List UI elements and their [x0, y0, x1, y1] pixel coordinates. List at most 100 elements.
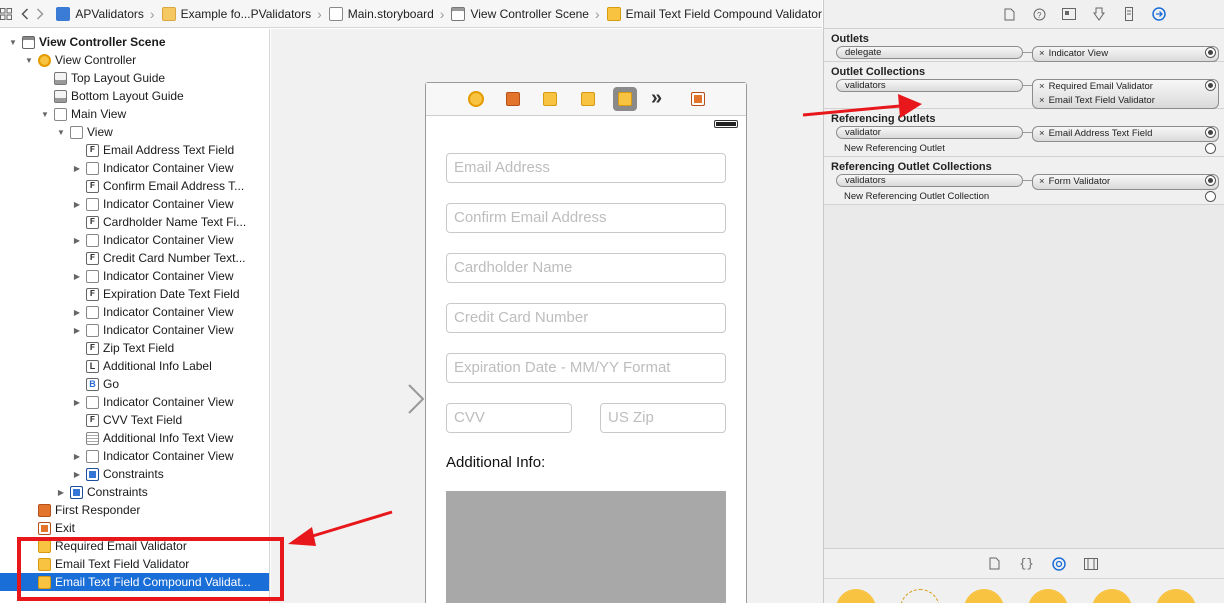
form-text-field[interactable]: Credit Card Number — [446, 303, 726, 333]
exit-icon[interactable] — [691, 92, 705, 106]
breadcrumb-object[interactable]: Email Text Field Compound Validator — [603, 6, 822, 21]
library-object-icon[interactable] — [964, 589, 1004, 603]
disclosure-closed-icon[interactable]: ▶ — [72, 235, 82, 245]
code-snippet-library-icon[interactable]: {} — [1017, 554, 1037, 574]
remove-connection-icon[interactable]: × — [1039, 176, 1045, 187]
view-controller-icon[interactable] — [468, 91, 484, 107]
outline-item[interactable]: Top Layout Guide — [0, 69, 269, 87]
outline-item[interactable]: B Go — [0, 375, 269, 393]
disclosure-open-icon[interactable]: ▼ — [56, 127, 66, 137]
outline-item[interactable]: ▼ View — [0, 123, 269, 141]
outline-item[interactable]: ▶ Indicator Container View — [0, 447, 269, 465]
outline-item[interactable]: F Cardholder Name Text Fi... — [0, 213, 269, 231]
remove-connection-icon[interactable]: × — [1039, 48, 1045, 59]
empty-connection-circle-icon[interactable] — [1205, 191, 1216, 202]
disclosure-closed-icon[interactable]: ▶ — [72, 469, 82, 479]
outline-item[interactable]: ▶ Indicator Container View — [0, 159, 269, 177]
new-referencing-outlet-collection[interactable]: New Referencing Outlet Collection — [824, 189, 1224, 204]
object-cube-icon[interactable] — [581, 92, 595, 106]
outline-item[interactable]: F Credit Card Number Text... — [0, 249, 269, 267]
outline-item[interactable]: ▼ Main View — [0, 105, 269, 123]
disclosure-open-icon[interactable]: ▼ — [8, 37, 18, 47]
quick-help-icon[interactable]: ? — [1029, 4, 1049, 24]
back-icon[interactable] — [20, 4, 29, 24]
outline-item[interactable]: ▶ Indicator Container View — [0, 231, 269, 249]
disclosure-open-icon[interactable]: ▼ — [40, 109, 50, 119]
zip-field[interactable]: US Zip — [600, 403, 726, 433]
forward-icon[interactable] — [35, 4, 44, 24]
library-object-icon[interactable] — [836, 589, 876, 603]
outline-item[interactable]: Required Email Validator — [0, 537, 269, 555]
disclosure-open-icon[interactable]: ▼ — [24, 55, 34, 65]
connection-source-pill[interactable]: delegate — [836, 46, 1023, 59]
breadcrumb-project[interactable]: APValidators — [52, 6, 144, 21]
file-inspector-icon[interactable] — [999, 4, 1019, 24]
connections-inspector-icon[interactable] — [1149, 4, 1169, 24]
outline-item[interactable]: ▶ Indicator Container View — [0, 303, 269, 321]
outline-item[interactable]: ▼ View Controller — [0, 51, 269, 69]
storyboard-canvas[interactable]: » Email Address Confirm Email Address Card… — [271, 29, 823, 603]
outline-item[interactable]: ▶ Constraints — [0, 483, 269, 501]
disclosure-closed-icon[interactable]: ▶ — [72, 325, 82, 335]
disclosure-closed-icon[interactable]: ▶ — [72, 199, 82, 209]
outline-item[interactable]: Email Text Field Compound Validat... — [0, 573, 269, 591]
connection-source-pill[interactable]: validator — [836, 126, 1023, 139]
outline-item[interactable]: F Zip Text Field — [0, 339, 269, 357]
library-object-icon[interactable] — [900, 589, 940, 603]
connected-circle-icon[interactable] — [1205, 80, 1216, 91]
breadcrumb-scene[interactable]: View Controller Scene — [447, 6, 589, 21]
outline-item[interactable]: F Expiration Date Text Field — [0, 285, 269, 303]
connected-circle-icon[interactable] — [1205, 127, 1216, 138]
connection-target[interactable]: × Form Validator — [1032, 174, 1219, 190]
scene-frame[interactable]: » Email Address Confirm Email Address Card… — [425, 82, 747, 603]
form-text-field[interactable]: Email Address — [446, 153, 726, 183]
outline-item[interactable]: L Additional Info Label — [0, 357, 269, 375]
file-template-library-icon[interactable] — [985, 554, 1005, 574]
library-object-icon[interactable] — [1156, 589, 1196, 603]
breadcrumb-file[interactable]: Main.storyboard — [325, 6, 434, 21]
remove-connection-icon[interactable]: × — [1039, 81, 1045, 92]
library-object-icon[interactable] — [1092, 589, 1132, 603]
outline-item[interactable]: F Confirm Email Address T... — [0, 177, 269, 195]
disclosure-closed-icon[interactable]: ▶ — [72, 397, 82, 407]
disclosure-closed-icon[interactable]: ▶ — [72, 451, 82, 461]
outline-item[interactable]: ▶ Indicator Container View — [0, 393, 269, 411]
outline-item[interactable]: ▶ Indicator Container View — [0, 321, 269, 339]
object-cube-icon[interactable] — [543, 92, 557, 106]
selected-object-cube-icon[interactable] — [613, 87, 637, 111]
outline-item[interactable]: ▼ View Controller Scene — [0, 33, 269, 51]
cvv-field[interactable]: CVV — [446, 403, 572, 433]
related-items-icon[interactable] — [0, 4, 12, 24]
outline-item[interactable]: First Responder — [0, 501, 269, 519]
outline-item[interactable]: F Email Address Text Field — [0, 141, 269, 159]
first-responder-icon[interactable] — [506, 92, 520, 106]
additional-info-text-view[interactable] — [446, 491, 726, 603]
connection-target[interactable]: × Email Address Text Field — [1032, 126, 1219, 142]
disclosure-closed-icon[interactable]: ▶ — [72, 163, 82, 173]
empty-connection-circle-icon[interactable] — [1205, 143, 1216, 154]
disclosure-closed-icon[interactable]: ▶ — [56, 487, 66, 497]
connection-source-pill[interactable]: validators — [836, 79, 1023, 92]
attributes-inspector-icon[interactable] — [1089, 4, 1109, 24]
object-library-icon[interactable] — [1049, 554, 1069, 574]
outline-item[interactable]: ▶ Constraints — [0, 465, 269, 483]
size-inspector-icon[interactable] — [1119, 4, 1139, 24]
outline-item[interactable]: ▶ Indicator Container View — [0, 195, 269, 213]
outline-item[interactable]: Bottom Layout Guide — [0, 87, 269, 105]
outline-item[interactable]: Email Text Field Validator — [0, 555, 269, 573]
disclosure-closed-icon[interactable]: ▶ — [72, 271, 82, 281]
disclosure-closed-icon[interactable]: ▶ — [72, 307, 82, 317]
connection-source-pill[interactable]: validators — [836, 174, 1023, 187]
outline-item[interactable]: Additional Info Text View — [0, 429, 269, 447]
form-text-field[interactable]: Confirm Email Address — [446, 203, 726, 233]
connection-target[interactable]: × Required Email Validator × Email Text Fie… — [1032, 79, 1219, 109]
library-object-icon[interactable] — [1028, 589, 1068, 603]
connected-circle-icon[interactable] — [1205, 47, 1216, 58]
connection-target[interactable]: × Indicator View — [1032, 46, 1219, 62]
outline-item[interactable]: ▶ Indicator Container View — [0, 267, 269, 285]
new-referencing-outlet[interactable]: New Referencing Outlet — [824, 141, 1224, 156]
connected-circle-icon[interactable] — [1205, 175, 1216, 186]
form-text-field[interactable]: Cardholder Name — [446, 253, 726, 283]
remove-connection-icon[interactable]: × — [1039, 95, 1045, 106]
identity-inspector-icon[interactable] — [1059, 4, 1079, 24]
